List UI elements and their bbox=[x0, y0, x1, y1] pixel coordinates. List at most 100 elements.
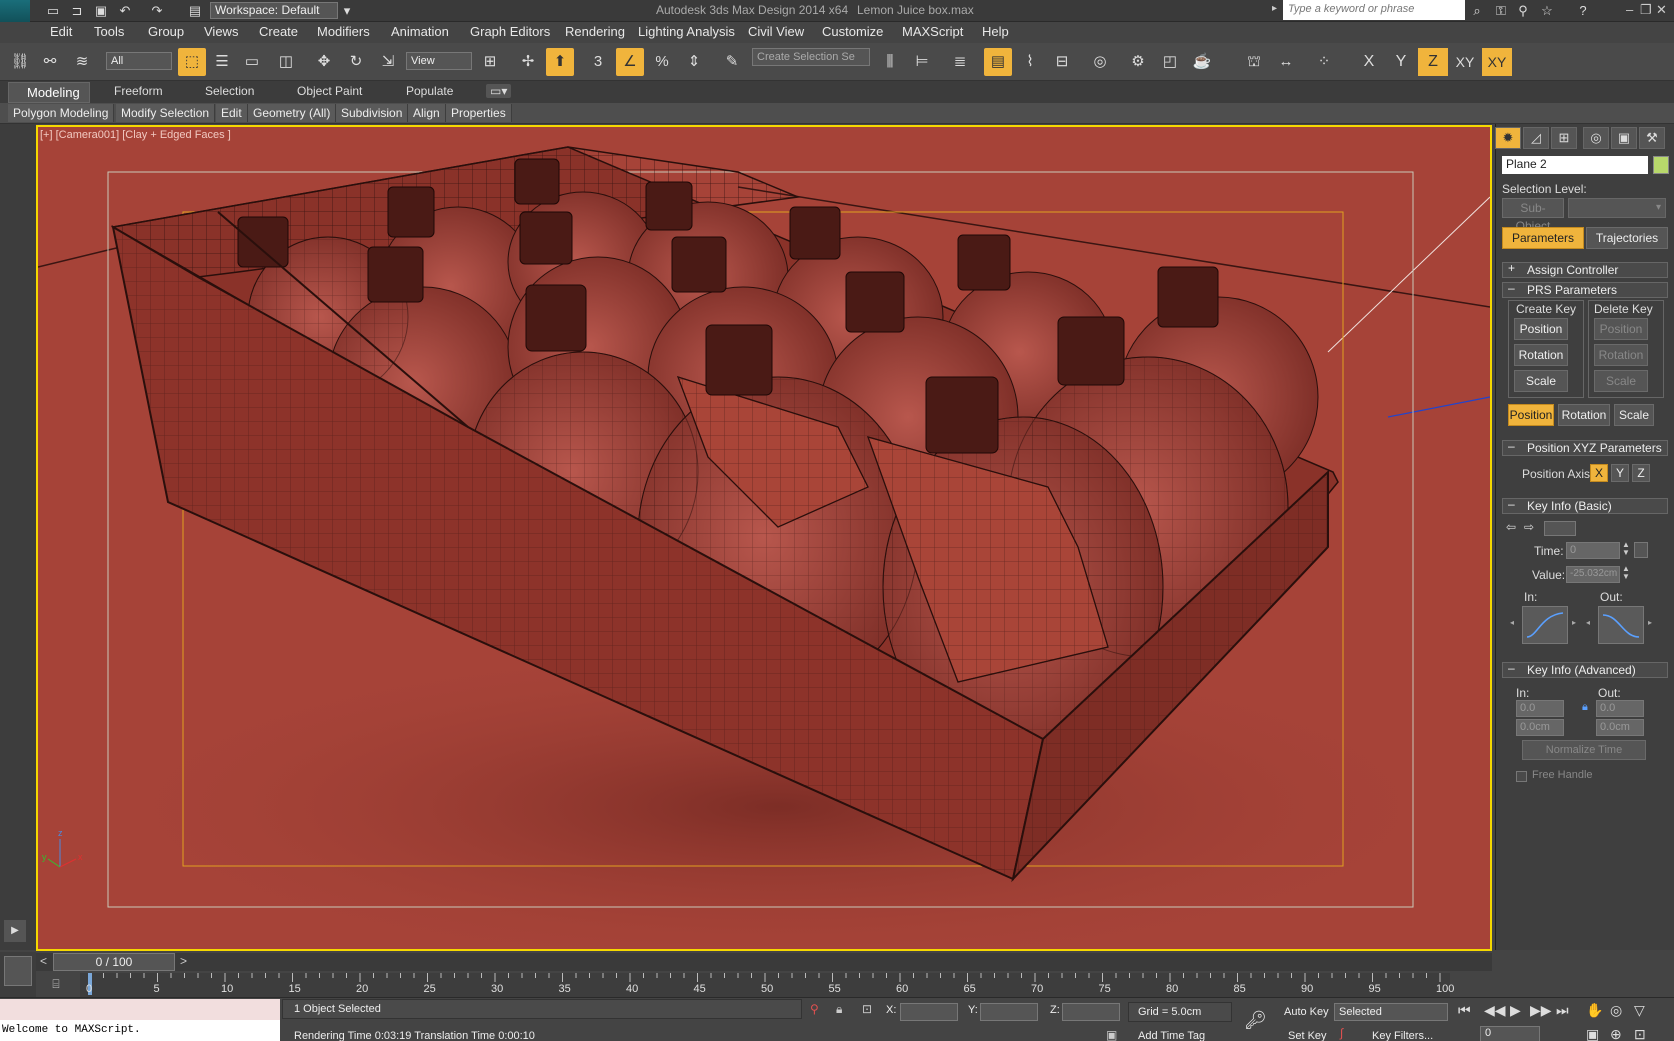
curve-editor-icon[interactable]: ⌇ bbox=[1016, 48, 1044, 76]
create-scale-key-button[interactable]: Scale bbox=[1514, 370, 1568, 392]
menu-customize[interactable]: Customize bbox=[822, 24, 883, 39]
percent-snap-icon[interactable]: % bbox=[648, 48, 676, 76]
previous-frame-icon[interactable]: ◀◀ bbox=[1484, 1002, 1506, 1019]
search-input[interactable]: Type a keyword or phrase bbox=[1283, 0, 1465, 20]
key-filters-button[interactable]: Key Filters... bbox=[1372, 1030, 1433, 1041]
lock-handles-icon[interactable]: 🔒︎ bbox=[1582, 701, 1588, 714]
layer-manager-icon[interactable]: ≣ bbox=[946, 48, 974, 76]
restore-icon[interactable]: ❐ bbox=[1640, 2, 1652, 18]
create-position-key-button[interactable]: Position bbox=[1514, 318, 1568, 340]
menu-views[interactable]: Views bbox=[204, 24, 238, 39]
time-slider-next[interactable]: > bbox=[180, 954, 187, 968]
position-axis-y-button[interactable]: Y bbox=[1611, 464, 1629, 482]
utilities-tab-icon[interactable]: ⚒ bbox=[1639, 127, 1665, 149]
axis-xy-active-button[interactable]: XY bbox=[1482, 48, 1512, 76]
prev-key-icon[interactable]: ⇦ bbox=[1506, 520, 1516, 534]
spinner-snap-icon[interactable]: ⇕ bbox=[680, 48, 708, 76]
tape-icon[interactable]: ↔ bbox=[1272, 48, 1300, 76]
play-icon[interactable]: ▶ bbox=[1510, 1002, 1521, 1019]
out-tangent-next-icon[interactable]: ▸ bbox=[1648, 618, 1652, 627]
array-icon[interactable]: ⁘ bbox=[1310, 48, 1338, 76]
viewport-label[interactable]: [+] [Camera001] [Clay + Edged Faces ] bbox=[40, 129, 231, 141]
render-production-icon[interactable]: ☕ bbox=[1188, 48, 1216, 76]
time-config-icon[interactable]: ▣ bbox=[1586, 1026, 1599, 1041]
out-tangent-prev-icon[interactable]: ◂ bbox=[1586, 618, 1590, 627]
position-axis-z-button[interactable]: Z bbox=[1632, 464, 1650, 482]
selection-lock-icon[interactable]: 🔒︎ bbox=[836, 1002, 842, 1017]
search-icon[interactable]: ⌕ bbox=[1468, 2, 1486, 19]
menu-create[interactable]: Create bbox=[259, 24, 298, 39]
render-setup-icon[interactable]: ⚙ bbox=[1124, 48, 1152, 76]
graphite-toggle-icon[interactable]: ▤ bbox=[984, 48, 1012, 76]
bind-space-warp-icon[interactable]: ≋ bbox=[68, 48, 96, 76]
window-crossing-icon[interactable]: ◫ bbox=[272, 48, 300, 76]
help-icon[interactable]: ? bbox=[1574, 2, 1592, 19]
menu-lighting-analysis[interactable]: Lighting Analysis bbox=[638, 24, 735, 39]
menu-edit[interactable]: Edit bbox=[50, 24, 72, 39]
ribbon-tab-modeling[interactable]: Modeling bbox=[8, 82, 90, 103]
create-tab-icon[interactable]: ✹ bbox=[1495, 127, 1521, 149]
link-icon[interactable]: ⛓ bbox=[6, 48, 34, 76]
trajectories-button[interactable]: Trajectories bbox=[1586, 227, 1668, 249]
favorites-icon[interactable]: ☆ bbox=[1538, 2, 1556, 19]
ribbon-tab-selection[interactable]: Selection bbox=[205, 84, 254, 98]
time-slider-thumb[interactable]: 0 / 100 bbox=[53, 953, 175, 971]
selection-filter-dropdown[interactable]: All bbox=[106, 52, 172, 70]
redo-icon[interactable]: ↷ bbox=[148, 2, 166, 19]
project-folder-icon[interactable]: ▤ bbox=[186, 2, 204, 19]
time-slider-prev[interactable]: < bbox=[40, 954, 47, 968]
menu-graph-editors[interactable]: Graph Editors bbox=[470, 24, 550, 39]
parameters-button[interactable]: Parameters bbox=[1502, 227, 1584, 249]
measure-distance-icon[interactable]: ⛫ bbox=[1240, 48, 1268, 76]
schematic-view-icon[interactable]: ⊟ bbox=[1048, 48, 1076, 76]
select-object-icon[interactable]: ⬚ bbox=[178, 48, 206, 76]
adv-in-cm-spinner[interactable]: 0.0cm bbox=[1516, 719, 1564, 736]
absolute-mode-icon[interactable]: ⊡ bbox=[862, 1002, 872, 1016]
position-mode-button[interactable]: Position bbox=[1508, 404, 1554, 426]
set-key-button[interactable]: Set Key bbox=[1288, 1030, 1327, 1041]
key-mode-dropdown[interactable]: Selected bbox=[1334, 1003, 1448, 1021]
x-coord-field[interactable] bbox=[900, 1003, 958, 1021]
pivot-center-icon[interactable]: ⊞ bbox=[476, 48, 504, 76]
menu-civil-view[interactable]: Civil View bbox=[748, 24, 804, 39]
mini-curve-editor-toggle[interactable] bbox=[4, 956, 32, 986]
panel-polygon-modeling[interactable]: Polygon Modeling bbox=[8, 104, 115, 122]
normalize-time-button[interactable]: Normalize Time bbox=[1522, 740, 1646, 760]
adv-in-spinner[interactable]: 0.0 bbox=[1516, 700, 1564, 717]
unlink-icon[interactable]: ⚯ bbox=[36, 48, 64, 76]
hierarchy-tab-icon[interactable]: ⊞ bbox=[1551, 127, 1577, 149]
adv-out-cm-spinner[interactable]: 0.0cm bbox=[1596, 719, 1644, 736]
rendered-frame-window-icon[interactable]: ◰ bbox=[1156, 48, 1184, 76]
position-axis-x-button[interactable]: X bbox=[1590, 464, 1608, 482]
close-icon[interactable]: ✕ bbox=[1656, 2, 1667, 18]
panel-geometry-all[interactable]: Geometry (All) bbox=[248, 104, 337, 122]
time-spinner[interactable]: 0 bbox=[1566, 542, 1620, 559]
object-name-field[interactable]: Plane 2 bbox=[1502, 156, 1648, 174]
axis-x-button[interactable]: X bbox=[1354, 48, 1384, 76]
maximize-viewport-icon[interactable]: ⊡ bbox=[1634, 1026, 1646, 1041]
align-icon[interactable]: ⊨ bbox=[908, 48, 936, 76]
menu-modifiers[interactable]: Modifiers bbox=[317, 24, 370, 39]
time-slider-track[interactable] bbox=[36, 953, 1492, 971]
rotation-mode-button[interactable]: Rotation bbox=[1558, 404, 1610, 426]
panel-align[interactable]: Align bbox=[408, 104, 446, 122]
menu-group[interactable]: Group bbox=[148, 24, 184, 39]
auto-key-button[interactable]: Auto Key bbox=[1284, 1006, 1329, 1018]
time-lock-toggle[interactable] bbox=[1634, 542, 1648, 558]
ribbon-tab-freeform[interactable]: Freeform bbox=[114, 84, 163, 98]
keyboard-shortcut-override-icon[interactable]: ⬆ bbox=[546, 48, 574, 76]
maxscript-output[interactable]: Welcome to MAXScript. bbox=[0, 1020, 280, 1041]
edit-named-selection-icon[interactable]: ✎ bbox=[718, 48, 746, 76]
go-to-start-icon[interactable]: ⏮ bbox=[1458, 1002, 1471, 1019]
add-time-tag[interactable]: Add Time Tag bbox=[1138, 1030, 1205, 1041]
adv-out-spinner[interactable]: 0.0 bbox=[1596, 700, 1644, 717]
sub-object-dropdown[interactable]: ▾ bbox=[1568, 198, 1666, 218]
key-info-basic-rollout[interactable]: Key Info (Basic) bbox=[1502, 498, 1668, 514]
panel-properties[interactable]: Properties bbox=[446, 104, 512, 122]
viewport-camera001[interactable]: z x y bbox=[36, 125, 1492, 951]
value-spinner[interactable]: -25.032cm bbox=[1566, 566, 1620, 583]
display-tab-icon[interactable]: ▣ bbox=[1611, 127, 1637, 149]
minimize-icon[interactable]: – bbox=[1626, 2, 1633, 17]
motion-tab-icon[interactable]: ◎ bbox=[1583, 127, 1609, 149]
ribbon-tab-populate[interactable]: Populate bbox=[406, 84, 453, 98]
